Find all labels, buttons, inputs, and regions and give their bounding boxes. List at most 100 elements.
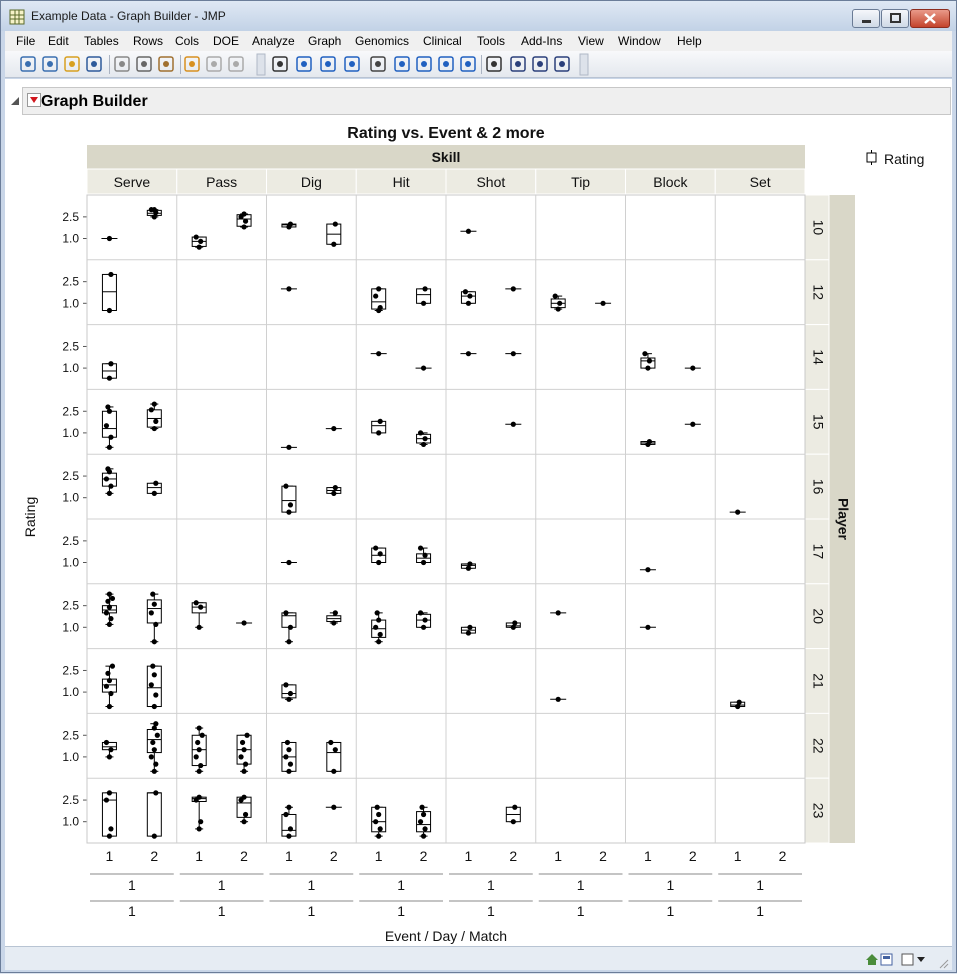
data-point[interactable] <box>153 721 159 727</box>
data-point[interactable] <box>286 696 292 702</box>
data-point[interactable] <box>420 365 427 371</box>
data-point[interactable] <box>331 241 337 247</box>
data-point[interactable] <box>373 624 379 630</box>
data-point[interactable] <box>373 293 379 299</box>
data-point[interactable] <box>284 739 291 746</box>
paste-icon[interactable] <box>158 56 174 72</box>
data-point[interactable] <box>106 621 113 628</box>
data-point[interactable] <box>374 804 380 810</box>
data-point[interactable] <box>283 610 289 616</box>
data-point[interactable] <box>241 211 247 217</box>
data-point[interactable] <box>153 692 159 698</box>
data-point[interactable] <box>148 610 154 616</box>
data-point[interactable] <box>373 819 379 825</box>
data-point[interactable] <box>151 207 157 213</box>
data-point[interactable] <box>467 561 473 567</box>
line-tool-icon[interactable] <box>510 56 526 72</box>
data-point[interactable] <box>103 476 110 482</box>
menu-genomics[interactable]: Genomics <box>355 34 409 48</box>
data-point[interactable] <box>198 762 204 769</box>
home-icon[interactable] <box>866 954 878 965</box>
data-point[interactable] <box>196 768 202 774</box>
menu-addins[interactable]: Add-Ins <box>521 34 562 48</box>
menu-graph[interactable]: Graph <box>308 34 341 48</box>
data-point[interactable] <box>108 434 114 440</box>
data-point[interactable] <box>465 300 472 306</box>
data-point[interactable] <box>108 690 114 697</box>
data-point[interactable] <box>151 490 157 496</box>
data-point[interactable] <box>150 591 156 597</box>
data-point[interactable] <box>151 747 157 753</box>
data-point[interactable] <box>376 559 382 566</box>
lasso-tool-icon[interactable] <box>416 56 432 72</box>
print-icon[interactable] <box>184 56 200 72</box>
arrow-tool-icon[interactable] <box>272 56 288 72</box>
data-point[interactable] <box>283 811 289 818</box>
data-point[interactable] <box>106 754 113 760</box>
data-point[interactable] <box>331 425 337 432</box>
data-point[interactable] <box>241 794 247 800</box>
data-point[interactable] <box>151 601 157 607</box>
data-point[interactable] <box>150 663 156 669</box>
data-point[interactable] <box>376 286 382 292</box>
data-point[interactable] <box>198 604 204 610</box>
menu-edit[interactable]: Edit <box>48 34 69 48</box>
data-point[interactable] <box>420 300 427 306</box>
simple-shape-icon[interactable] <box>554 56 570 72</box>
data-point[interactable] <box>283 483 289 489</box>
menu-tools[interactable]: Tools <box>477 34 505 48</box>
data-point[interactable] <box>331 490 337 496</box>
data-point[interactable] <box>106 677 113 684</box>
data-point[interactable] <box>242 811 249 818</box>
data-point[interactable] <box>645 624 651 630</box>
menu-cols[interactable]: Cols <box>175 34 199 48</box>
data-point[interactable] <box>417 819 424 825</box>
data-point[interactable] <box>287 690 294 697</box>
data-point[interactable] <box>193 600 199 606</box>
data-point[interactable] <box>148 407 154 413</box>
brush-tool-icon[interactable] <box>394 56 410 72</box>
data-point[interactable] <box>106 591 113 597</box>
data-point[interactable] <box>151 401 157 407</box>
data-point[interactable] <box>151 768 157 774</box>
data-point[interactable] <box>465 351 472 357</box>
data-point[interactable] <box>153 480 159 486</box>
open-icon[interactable] <box>64 56 80 72</box>
data-point[interactable] <box>422 617 428 623</box>
resize-grip-icon[interactable] <box>939 959 949 969</box>
data-point[interactable] <box>283 754 289 760</box>
view-menu-icon[interactable] <box>901 953 925 966</box>
data-point[interactable] <box>151 703 157 710</box>
cut-icon[interactable] <box>114 56 130 72</box>
data-point[interactable] <box>287 502 294 508</box>
data-point[interactable] <box>241 224 247 230</box>
data-point[interactable] <box>244 732 250 738</box>
data-point[interactable] <box>465 228 472 234</box>
data-point[interactable] <box>332 610 338 616</box>
data-point[interactable] <box>736 699 742 705</box>
data-point[interactable] <box>241 768 247 774</box>
data-point[interactable] <box>239 739 246 746</box>
menu-file[interactable]: File <box>16 34 35 48</box>
data-point[interactable] <box>195 739 201 746</box>
data-point[interactable] <box>286 747 292 753</box>
close-button[interactable] <box>910 9 950 28</box>
data-point[interactable] <box>287 826 294 832</box>
data-point[interactable] <box>376 617 382 623</box>
data-point[interactable] <box>106 235 113 242</box>
data-point[interactable] <box>103 797 110 803</box>
data-point[interactable] <box>196 725 202 731</box>
data-point[interactable] <box>108 826 114 832</box>
data-point[interactable] <box>420 559 427 566</box>
data-point[interactable] <box>420 833 427 839</box>
data-point[interactable] <box>105 404 111 410</box>
annotate-icon[interactable] <box>486 56 502 72</box>
data-point[interactable] <box>287 761 294 767</box>
data-point[interactable] <box>287 624 294 630</box>
data-point[interactable] <box>148 682 154 688</box>
data-point[interactable] <box>552 293 558 299</box>
magnifier-tool-icon[interactable] <box>438 56 454 72</box>
menu-rows[interactable]: Rows <box>133 34 163 48</box>
data-point[interactable] <box>376 811 382 818</box>
menu-analyze[interactable]: Analyze <box>252 34 295 48</box>
